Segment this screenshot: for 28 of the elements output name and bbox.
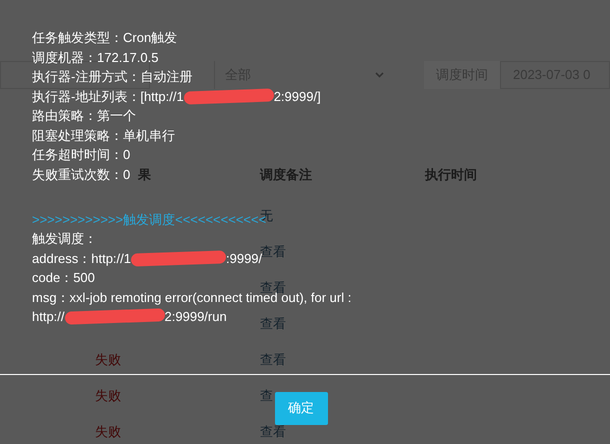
log-line: 2:9999/] (274, 88, 321, 106)
result-text: 失败 (95, 424, 121, 438)
caret-icon (375, 72, 384, 78)
log-line: 阻塞处理策略：单机串行 (32, 126, 175, 144)
column-header: 调度备注 (260, 166, 313, 184)
log-line: 触发调度： (32, 230, 97, 248)
result-text: 失败 (95, 388, 121, 402)
log-line: 任务超时时间：0 (32, 146, 130, 164)
remark-link[interactable]: 查看 (260, 314, 286, 333)
log-line: 执行器-注册方式：自动注册 (32, 68, 192, 86)
log-line: 执行器-地址列表：[http://1 (32, 88, 184, 106)
log-line: http:// (32, 308, 65, 326)
column-header: 果 (138, 166, 152, 184)
log-line: 2:9999/run (164, 308, 227, 326)
remark-link[interactable]: 查看 (260, 242, 286, 261)
confirm-button[interactable]: 确定 (274, 392, 328, 424)
result-text: 失败 (95, 352, 121, 366)
column-header: 执行时间 (425, 166, 478, 184)
log-line: address：http://1 (32, 250, 131, 268)
log-line: 路由策略：第一个 (32, 107, 136, 125)
log-line: code：500 (32, 269, 95, 287)
log-line: 调度机器：172.17.0.5 (32, 48, 158, 66)
log-line: 任务触发类型：Cron触发 (32, 29, 178, 47)
remark-link[interactable]: 查 (260, 386, 273, 405)
remark-link[interactable]: 查看 (260, 350, 286, 369)
remark-link[interactable]: 查看 (260, 422, 286, 441)
log-line: :9999/ (226, 250, 262, 268)
log-line: 失败重试次数：0 (32, 166, 130, 184)
